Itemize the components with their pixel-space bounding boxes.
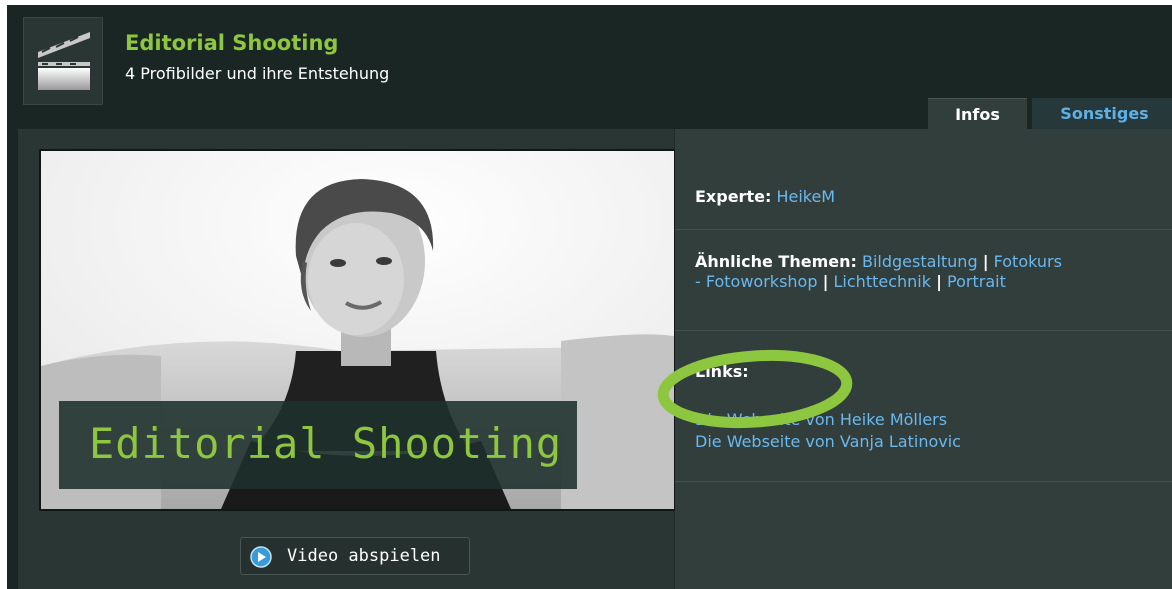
topic-link-lichttechnik[interactable]: Lichttechnik bbox=[834, 272, 931, 291]
topic-separator: | bbox=[822, 272, 829, 291]
clapperboard-icon bbox=[23, 17, 103, 105]
topics-row: Ähnliche Themen: Bildgestaltung | Fotoku… bbox=[675, 230, 1172, 331]
topic-link-fotoworkshop[interactable]: - Fotoworkshop bbox=[695, 272, 817, 291]
play-video-label: Video abspielen bbox=[287, 546, 441, 566]
video-title-text: Editorial Shooting bbox=[89, 419, 563, 468]
expert-label: Experte: bbox=[695, 187, 772, 206]
expert-row: Experte: HeikeM bbox=[675, 129, 1172, 230]
link-heike-moellers[interactable]: Die Webseite von Heike Möllers bbox=[695, 410, 947, 429]
header: Editorial Shooting 4 Profibilder und ihr… bbox=[7, 5, 1172, 132]
play-icon bbox=[250, 546, 272, 568]
video-thumbnail[interactable]: Editorial Shooting bbox=[39, 149, 676, 511]
video-column: Editorial Shooting Video abspielen bbox=[18, 129, 676, 589]
page-title: Editorial Shooting bbox=[125, 31, 339, 55]
info-column: Experte: HeikeM Ähnliche Themen: Bildges… bbox=[657, 129, 1172, 589]
links-row: Links: Die Webseite von Heike Möllers Di… bbox=[657, 331, 1172, 482]
links-label: Links: bbox=[695, 362, 749, 381]
topic-link-fotokurs[interactable]: Fotokurs bbox=[994, 252, 1062, 271]
app-window: Editorial Shooting 4 Profibilder und ihr… bbox=[7, 5, 1172, 589]
topics-label: Ähnliche Themen: bbox=[695, 252, 857, 271]
video-title-overlay: Editorial Shooting bbox=[59, 401, 577, 489]
topic-separator: | bbox=[936, 272, 942, 291]
topic-link-bildgestaltung[interactable]: Bildgestaltung bbox=[862, 252, 978, 271]
content-panel: Editorial Shooting Video abspielen Exper… bbox=[18, 129, 1172, 589]
play-video-button[interactable]: Video abspielen bbox=[240, 537, 470, 575]
link-vanja-latinovic[interactable]: Die Webseite von Vanja Latinovic bbox=[695, 432, 961, 451]
topic-link-portrait[interactable]: Portrait bbox=[947, 272, 1006, 291]
page-subtitle: 4 Profibilder und ihre Entstehung bbox=[125, 64, 390, 83]
topic-separator: | bbox=[982, 252, 989, 271]
tab-sonstiges[interactable]: Sonstiges bbox=[1032, 98, 1172, 132]
tab-infos[interactable]: Infos bbox=[928, 98, 1027, 132]
expert-link[interactable]: HeikeM bbox=[776, 187, 835, 206]
